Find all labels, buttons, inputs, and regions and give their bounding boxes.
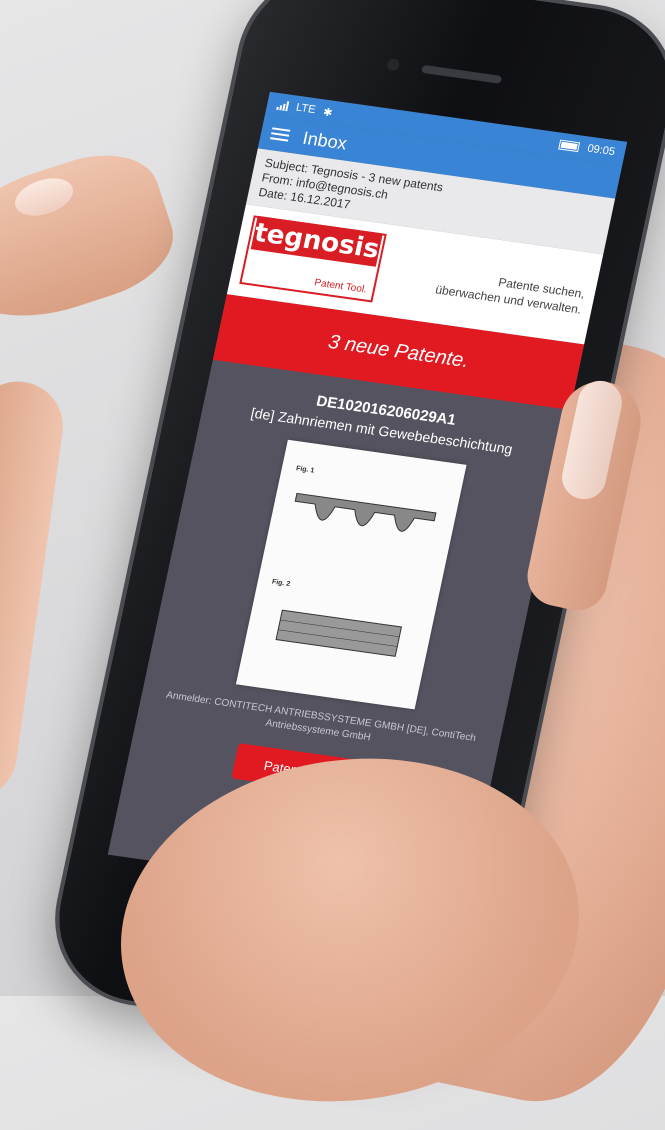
- applicant-text: Anmelder: CONTITECH ANTRIEBSSYSTEME GMBH…: [165, 689, 477, 745]
- belt-drawing-graphic: [275, 492, 437, 657]
- battery-icon: [558, 139, 581, 153]
- patent-drawing[interactable]: Fig. 1 Fig. 2: [235, 439, 467, 710]
- tegnosis-logo: tegnosis Patent Tool.: [239, 215, 387, 303]
- bluetooth-icon: ✱: [321, 105, 334, 119]
- left-fingers: [0, 375, 69, 805]
- inbox-title: Inbox: [301, 127, 349, 154]
- front-camera: [385, 58, 401, 72]
- clock: 09:05: [586, 142, 617, 159]
- tagline: Patente suchen, überwachen und verwalten…: [434, 266, 586, 318]
- logo-subtitle: Patent Tool.: [313, 277, 368, 296]
- signal-icon: [276, 100, 290, 112]
- thumb: [0, 137, 187, 343]
- logo-wordmark: tegnosis: [250, 215, 383, 267]
- carrier-label: LTE: [294, 101, 317, 117]
- earpiece-speaker: [421, 64, 503, 84]
- hamburger-menu-icon[interactable]: [270, 127, 291, 142]
